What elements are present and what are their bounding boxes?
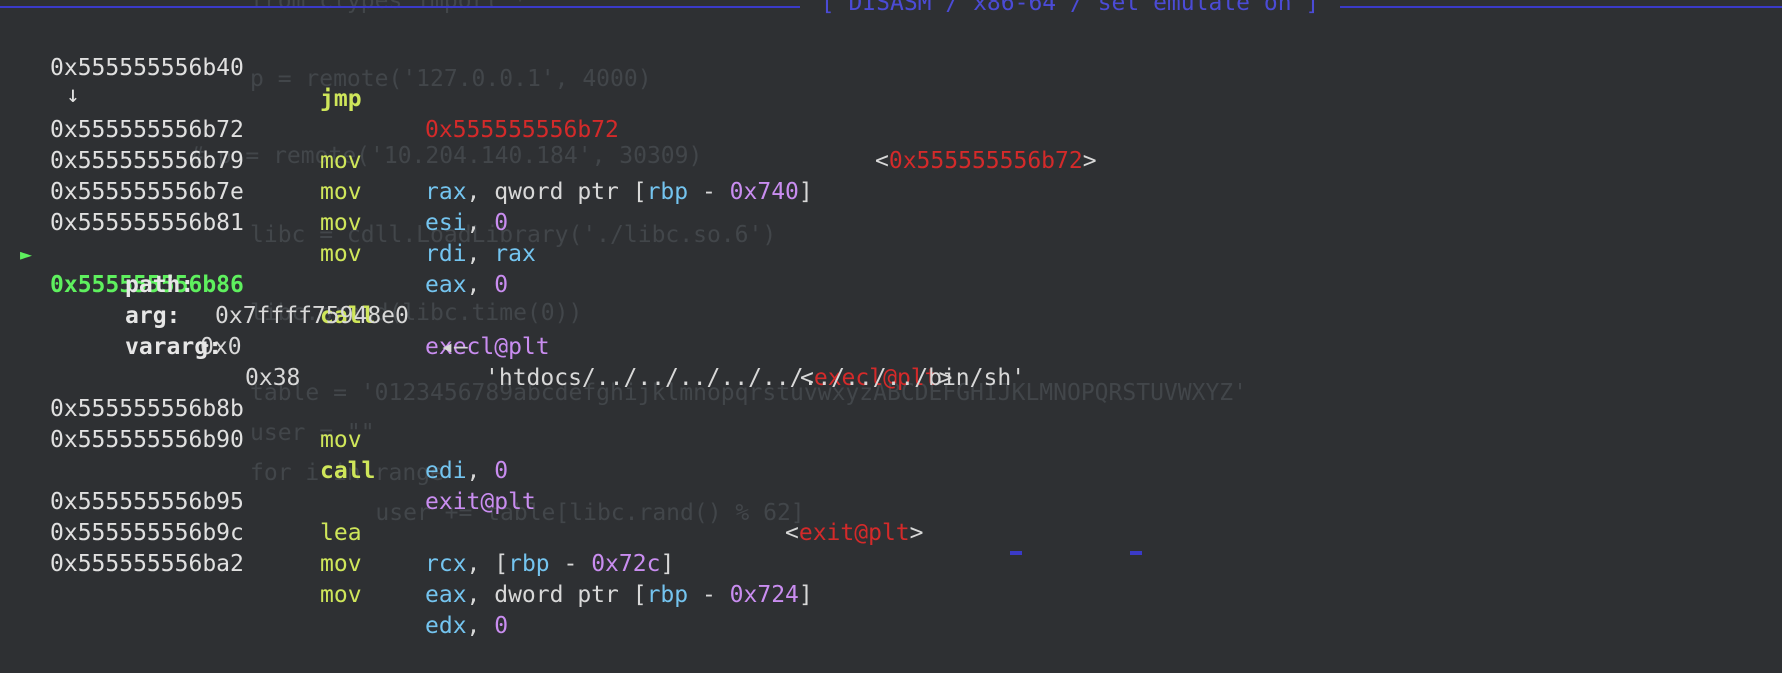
call-argument-row: path: 0x7ffff75948e0 ◂— 'htdocs/../../..… <box>0 239 1025 391</box>
instruction-row[interactable]: 0x555555556b72 mov rax, qword ptr [rbp -… <box>0 84 813 205</box>
instruction-address: 0x555555556b90 <box>50 427 244 453</box>
instruction-address: 0x555555556ba2 <box>50 551 244 577</box>
instruction-mnemonic: mov <box>320 179 362 205</box>
instruction-row[interactable]: 0x555555556b7e mov rdi, rax <box>0 146 536 267</box>
instruction-operands: eax, dword ptr [rbp - 0x724] <box>425 582 813 608</box>
banner-title: [ DISASM / x86-64 / set emulate on ] <box>820 0 1320 16</box>
instruction-row[interactable]: 0x555555556b79 mov esi, 0 <box>0 115 508 236</box>
banner-rule-right <box>1340 6 1782 8</box>
current-instruction-row[interactable]: ► 0x555555556b86 call execl@plt <execl@p… <box>0 208 952 391</box>
instruction-row[interactable]: 0x555555556b95 lea rcx, [rbp - 0x72c] <box>0 456 674 577</box>
instruction-operands: rax, qword ptr [rbp - 0x740] <box>425 179 813 205</box>
instruction-address: 0x555555556b95 <box>50 489 244 515</box>
background-editor-text: from ctypes import * p = remote('127.0.0… <box>0 0 1782 555</box>
argument-name: arg: <box>125 303 181 329</box>
call-argument-row: arg: 0x0 <box>0 270 242 360</box>
instruction-operands: esi, 0 <box>425 210 509 236</box>
down-arrow-icon: ↓ <box>66 82 80 108</box>
disasm-banner: [ DISASM / x86-64 / set emulate on ] <box>0 0 1782 18</box>
instruction-operands: rcx, [rbp - 0x72c] <box>425 551 675 577</box>
instruction-row[interactable]: 0x555555556b9c mov eax, dword ptr [rbp -… <box>0 487 813 608</box>
instruction-mnemonic: mov <box>320 427 362 453</box>
instruction-mnemonic: call <box>320 458 376 484</box>
instruction-operands: edi, 0 <box>425 458 509 484</box>
instruction-row[interactable]: 0x555555556b8b mov edi, 0 <box>0 363 508 484</box>
instruction-address: 0x555555556b7e <box>50 179 244 205</box>
argument-value: 0x38 <box>245 365 301 391</box>
instruction-address: 0x555555556b81 <box>50 210 244 236</box>
instruction-mnemonic: mov <box>320 551 362 577</box>
argument-string: 'htdocs/../../../../../../../../bin/sh' <box>485 365 1026 391</box>
instruction-operands: eax, 0 <box>425 272 509 298</box>
instruction-address: 0x555555556b9c <box>50 520 244 546</box>
instruction-operands: edx, 0 <box>425 613 509 639</box>
instruction-mnemonic: lea <box>320 520 362 546</box>
argument-name: vararg: <box>125 334 222 360</box>
instruction-mnemonic: jmp <box>320 86 362 112</box>
flow-arrow-row: ↓ <box>0 49 80 108</box>
instruction-operands: rdi, rax <box>425 241 536 267</box>
jump-target: 0x555555556b72 <box>425 117 619 143</box>
ghost-line: p = remote('127.0.0.1', 4000) <box>250 66 652 92</box>
banner-rule-left <box>0 6 800 8</box>
instruction-address: 0x555555556b8b <box>50 396 244 422</box>
call-argument-row: vararg: 0x38 <box>0 301 300 391</box>
deref-arrow: ◂— <box>440 334 468 360</box>
target-comment: <exit@plt> <box>785 520 924 546</box>
argument-pointer: 0x7ffff75948e0 <box>215 303 409 329</box>
instruction-row[interactable]: 0x555555556b90 call exit@plt <exit@plt> <box>0 394 924 546</box>
instruction-row[interactable]: 0x555555556ba2 mov edx, 0 <box>0 518 508 639</box>
ghost-line: user += table[libc.rand() % 62] <box>320 500 805 526</box>
bottom-edge-mark <box>1130 551 1142 555</box>
argument-name: path: <box>125 272 195 298</box>
instruction-mnemonic: mov <box>320 582 362 608</box>
instruction-address: 0x555555556b72 <box>50 117 244 143</box>
bottom-edge-mark <box>1010 551 1022 555</box>
ghost-line: # p = remote('10.204.140.184', 30309) <box>190 143 703 169</box>
instruction-address: 0x555555556b79 <box>50 148 244 174</box>
instruction-mnemonic: mov <box>320 241 362 267</box>
instruction-mnemonic: mov <box>320 148 362 174</box>
instruction-mnemonic: mov <box>320 210 362 236</box>
instruction-row[interactable]: 0x555555556b81 mov eax, 0 <box>0 177 508 298</box>
target-comment: <0x555555556b72> <box>875 148 1097 174</box>
call-target: exit@plt <box>425 489 536 515</box>
